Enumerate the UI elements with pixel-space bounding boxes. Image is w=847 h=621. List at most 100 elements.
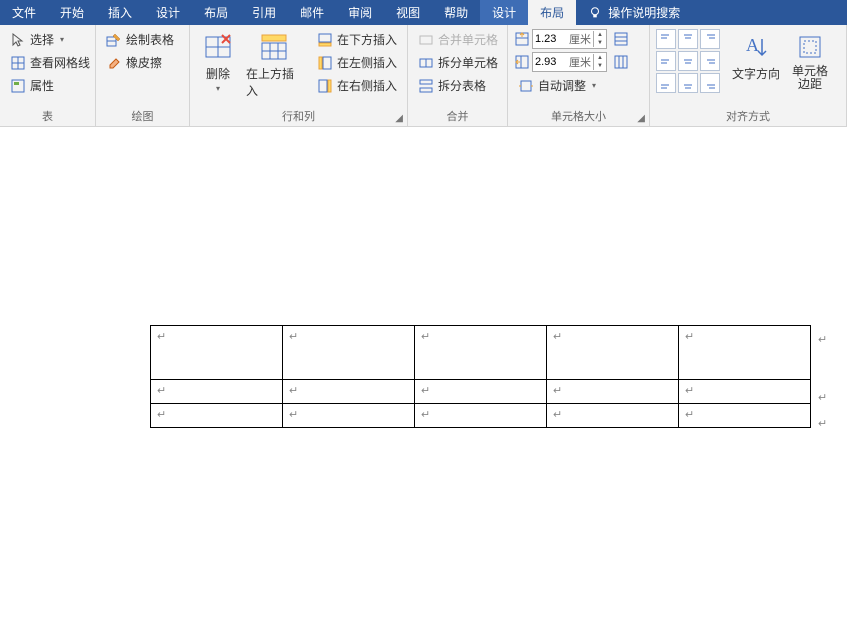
paragraph-mark-icon: ↵ [685, 384, 694, 397]
menu-file[interactable]: 文件 [0, 0, 48, 25]
paragraph-mark-icon: ↵ [157, 330, 166, 343]
group-alignment-label: 对齐方式 [650, 106, 846, 126]
table-cell[interactable]: ↵ [415, 326, 547, 380]
align-bottom-center[interactable] [678, 73, 698, 93]
end-of-row-mark-icon: ↵ [818, 391, 827, 404]
spin-down-icon[interactable]: ▼ [594, 62, 606, 70]
table-cell[interactable]: ↵ [151, 404, 283, 428]
split-table-button[interactable]: 拆分表格 [414, 75, 502, 96]
merge-cells-button[interactable]: 合并单元格 [414, 29, 502, 50]
select-button[interactable]: 选择 ▾ [6, 29, 94, 50]
menu-review[interactable]: 审阅 [336, 0, 384, 25]
menu-mailings[interactable]: 邮件 [288, 0, 336, 25]
tell-me-search[interactable]: 操作说明搜索 [576, 0, 692, 25]
insert-right-label: 在右侧插入 [337, 77, 397, 94]
table-cell[interactable]: ↵ [415, 404, 547, 428]
alignment-grid [656, 29, 720, 93]
autofit-button[interactable]: 自动调整 ▾ [514, 75, 629, 96]
menu-layout[interactable]: 布局 [192, 0, 240, 25]
group-table-label: 表 [0, 106, 95, 126]
menu-view[interactable]: 视图 [384, 0, 432, 25]
col-width-field[interactable] [533, 56, 569, 68]
table-cell[interactable]: ↵ [151, 326, 283, 380]
group-cell-size-label: 单元格大小◢ [508, 106, 649, 126]
text-direction-button[interactable]: A 文字方向 [726, 29, 786, 84]
distribute-rows-icon[interactable] [613, 31, 629, 47]
spin-up-icon[interactable]: ▲ [594, 54, 606, 62]
unit-label: 厘米 [569, 54, 593, 70]
document-table[interactable]: ↵ ↵ ↵ ↵ ↵ ↵ ↵ ↵ ↵ ↵ ↵ ↵ ↵ ↵ ↵ [150, 325, 811, 428]
align-top-center[interactable] [678, 29, 698, 49]
dialog-launcher-icon[interactable]: ◢ [395, 113, 403, 124]
table-cell[interactable]: ↵ [283, 404, 415, 428]
table-cell[interactable]: ↵ [679, 380, 811, 404]
insert-left-icon [317, 55, 333, 71]
distribute-cols-icon[interactable] [613, 54, 629, 70]
document-area[interactable]: ↵ ↵ ↵ ↵ ↵ ↵ ↵ ↵ ↵ ↵ ↵ ↵ ↵ ↵ ↵ ↵ ↵ ↵ [0, 127, 847, 621]
align-bottom-left[interactable] [656, 73, 676, 93]
menu-table-layout[interactable]: 布局 [528, 0, 576, 25]
menu-insert[interactable]: 插入 [96, 0, 144, 25]
delete-button[interactable]: 删除 ▾ [196, 29, 240, 95]
gridlines-icon [10, 55, 26, 71]
eraser-label: 橡皮擦 [126, 54, 162, 71]
row-height-field[interactable] [533, 33, 569, 45]
menu-home[interactable]: 开始 [48, 0, 96, 25]
table-cell[interactable]: ↵ [283, 326, 415, 380]
menu-references[interactable]: 引用 [240, 0, 288, 25]
table-cell[interactable]: ↵ [679, 326, 811, 380]
table-cell[interactable]: ↵ [151, 380, 283, 404]
properties-button[interactable]: 属性 [6, 75, 94, 96]
paragraph-mark-icon: ↵ [553, 384, 562, 397]
menu-design[interactable]: 设计 [144, 0, 192, 25]
table-row[interactable]: ↵ ↵ ↵ ↵ ↵ [151, 326, 811, 380]
insert-right-button[interactable]: 在右侧插入 [313, 75, 401, 96]
draw-table-button[interactable]: 绘制表格 [102, 29, 178, 50]
align-bottom-right[interactable] [700, 73, 720, 93]
table-cell[interactable]: ↵ [415, 380, 547, 404]
cell-margins-button[interactable]: 单元格 边距 [786, 29, 834, 93]
align-top-right[interactable] [700, 29, 720, 49]
paragraph-mark-icon: ↵ [289, 408, 298, 421]
group-alignment: A 文字方向 单元格 边距 对齐方式 [650, 25, 847, 126]
col-width-icon [514, 54, 530, 70]
paragraph-mark-icon: ↵ [289, 330, 298, 343]
align-middle-center[interactable] [678, 51, 698, 71]
table-cell[interactable]: ↵ [679, 404, 811, 428]
dialog-launcher-icon[interactable]: ◢ [637, 113, 645, 124]
table-cell[interactable]: ↵ [547, 404, 679, 428]
spin-up-icon[interactable]: ▲ [594, 31, 606, 39]
view-gridlines-button[interactable]: 查看网格线 [6, 52, 94, 73]
table-row[interactable]: ↵ ↵ ↵ ↵ ↵ [151, 380, 811, 404]
insert-below-label: 在下方插入 [337, 31, 397, 48]
split-cells-label: 拆分单元格 [438, 54, 498, 71]
paragraph-mark-icon: ↵ [289, 384, 298, 397]
menu-help[interactable]: 帮助 [432, 0, 480, 25]
paragraph-mark-icon: ↵ [421, 408, 430, 421]
col-width-input[interactable]: 厘米 ▲▼ [532, 52, 607, 72]
text-direction-label: 文字方向 [732, 65, 780, 82]
chevron-down-icon: ▾ [592, 81, 596, 90]
insert-left-button[interactable]: 在左侧插入 [313, 52, 401, 73]
page[interactable]: ↵ ↵ ↵ ↵ ↵ ↵ ↵ ↵ ↵ ↵ ↵ ↵ ↵ ↵ ↵ ↵ ↵ ↵ [0, 127, 847, 621]
split-cells-icon [418, 55, 434, 71]
row-height-icon [514, 31, 530, 47]
menu-table-design[interactable]: 设计 [480, 0, 528, 25]
table-cell[interactable]: ↵ [547, 326, 679, 380]
align-middle-right[interactable] [700, 51, 720, 71]
draw-table-label: 绘制表格 [126, 31, 174, 48]
row-height-input[interactable]: 厘米 ▲▼ [532, 29, 607, 49]
paragraph-mark-icon: ↵ [157, 384, 166, 397]
align-middle-left[interactable] [656, 51, 676, 71]
spin-down-icon[interactable]: ▼ [594, 39, 606, 47]
table-cell[interactable]: ↵ [283, 380, 415, 404]
table-cell[interactable]: ↵ [547, 380, 679, 404]
insert-above-button[interactable]: 在上方插入 [240, 29, 309, 101]
eraser-button[interactable]: 橡皮擦 [102, 52, 178, 73]
paragraph-mark-icon: ↵ [421, 330, 430, 343]
end-of-row-mark-icon: ↵ [818, 417, 827, 430]
split-cells-button[interactable]: 拆分单元格 [414, 52, 502, 73]
insert-below-button[interactable]: 在下方插入 [313, 29, 401, 50]
align-top-left[interactable] [656, 29, 676, 49]
table-row[interactable]: ↵ ↵ ↵ ↵ ↵ [151, 404, 811, 428]
